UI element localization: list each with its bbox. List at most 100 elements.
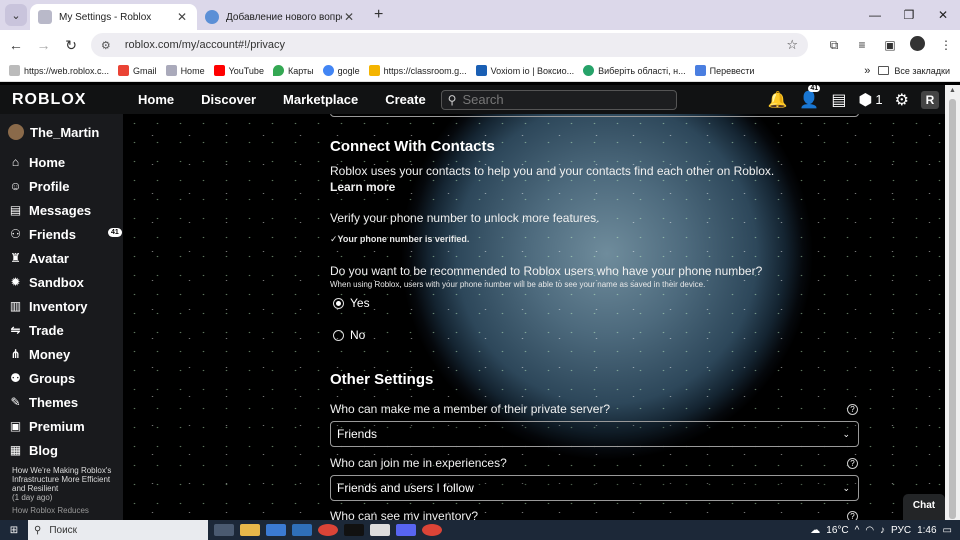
radio-unselected-icon[interactable] (333, 329, 344, 341)
scroll-up-icon[interactable]: ▲ (949, 87, 956, 94)
previous-setting-select[interactable] (330, 114, 859, 117)
close-tab-icon[interactable]: ✕ (175, 10, 189, 24)
menu-kebab-icon[interactable]: ⋮ (932, 38, 960, 52)
url-text[interactable]: roblox.com/my/account#!/privacy (125, 39, 786, 51)
bookmark-item[interactable]: Home (165, 65, 205, 76)
windows-start-icon[interactable]: ⊞ (0, 525, 28, 536)
bookmark-star-icon[interactable]: ☆ (786, 37, 798, 53)
sidebar-item-trade[interactable]: ⇋ Trade (8, 318, 123, 342)
sidebar-item-profile[interactable]: ☺ Profile (8, 174, 123, 198)
robux-count[interactable]: 1 (875, 92, 882, 107)
wifi-icon[interactable]: ◠ (865, 525, 874, 536)
new-tab-button[interactable]: + (374, 4, 383, 26)
roblox-logo[interactable]: ROBLOX (12, 91, 120, 109)
sidebar-item-messages[interactable]: ▤ Messages (8, 198, 123, 222)
tab-search-button[interactable]: ⌄ (5, 4, 27, 26)
chrome-active-icon[interactable] (422, 524, 442, 536)
profile-avatar-icon[interactable] (904, 36, 932, 54)
file-explorer-icon[interactable] (240, 524, 260, 536)
learn-more-link[interactable]: Learn more (330, 180, 395, 194)
bookmark-item[interactable]: YouTube (213, 65, 264, 76)
site-info-icon[interactable]: ⚙ (101, 39, 115, 52)
all-bookmarks-label: Все закладки (894, 65, 950, 76)
sidebar-item-groups[interactable]: ⚉ Groups (8, 366, 123, 390)
blog-post-link[interactable]: How We're Making Roblox's Infrastructure… (12, 466, 116, 502)
sidebar-item-blog[interactable]: ▦ Blog (8, 438, 123, 462)
bookmark-item[interactable]: Карты (272, 65, 314, 76)
sidebar-item-home[interactable]: ⌂ Home (8, 150, 123, 174)
page-scrollbar[interactable]: ▲ (945, 85, 960, 520)
bookmarks-bar: https://web.roblox.c... Gmail Home YouTu… (0, 60, 960, 82)
sidebar-item-inventory[interactable]: ▥ Inventory (8, 294, 123, 318)
tiktok-icon[interactable] (344, 524, 364, 536)
scrollbar-thumb[interactable] (949, 99, 956, 519)
bookmark-item[interactable]: https://classroom.g... (368, 65, 467, 76)
task-view-icon[interactable] (214, 524, 234, 536)
bookmark-item[interactable]: gogle (322, 65, 360, 76)
robux-icon[interactable]: ⬢ (858, 90, 872, 110)
restore-icon[interactable]: ❐ (892, 8, 926, 22)
close-tab-icon[interactable]: ✕ (342, 10, 356, 24)
bookmark-item[interactable]: Виберіть області, н... (583, 65, 686, 76)
extension-logo-icon[interactable]: R (921, 90, 939, 109)
recommend-yes-radio[interactable]: Yes (333, 296, 370, 310)
extensions-icon[interactable]: ⧉ (820, 38, 848, 53)
blog-post-next[interactable]: How Roblox Reduces (12, 506, 123, 515)
sidebar-user[interactable]: The_Martin (8, 124, 123, 140)
sidebar-item-friends[interactable]: ⚇ Friends 41 (8, 222, 123, 246)
all-bookmarks[interactable]: Все закладки (878, 66, 950, 76)
sidebar-item-avatar[interactable]: ♜ Avatar (8, 246, 123, 270)
more-bookmarks-chevron-icon[interactable]: » (864, 65, 870, 77)
private-server-question: Who can make me a member of their privat… (330, 402, 611, 416)
private-server-select[interactable]: Friends ⌄ (330, 421, 859, 447)
sidebar-item-themes[interactable]: ✎ Themes (8, 390, 123, 414)
chrome-taskbar-icon[interactable] (318, 524, 338, 536)
chat-button[interactable]: Chat (903, 494, 945, 520)
side-panel-icon[interactable]: ▣ (876, 38, 904, 52)
language-indicator[interactable]: РУС (891, 525, 911, 536)
bookmark-item[interactable]: https://web.roblox.c... (9, 65, 109, 76)
media-controls-icon[interactable]: ≡ (848, 38, 876, 52)
bookmark-label: gogle (337, 65, 360, 76)
close-window-icon[interactable]: ✕ (926, 8, 960, 22)
tab-roblox-settings[interactable]: My Settings - Roblox ✕ (30, 4, 197, 30)
notifications-icon[interactable]: ▭ (943, 525, 952, 536)
taskbar-search[interactable]: ⚲ Поиск (28, 520, 208, 540)
search-input[interactable]: ⚲ Search (440, 89, 677, 110)
nav-discover[interactable]: Discover (201, 92, 256, 107)
address-bar[interactable]: ⚙ roblox.com/my/account#!/privacy ☆ (90, 33, 808, 57)
bell-icon[interactable]: 🔔 (767, 90, 787, 110)
bookmark-item[interactable]: Voxiom io | Воксио... (475, 65, 574, 76)
sidebar-item-sandbox[interactable]: ✹ Sandbox (8, 270, 123, 294)
friends-requests-icon[interactable]: 👤 41 (799, 84, 821, 110)
help-icon[interactable]: ? (847, 404, 858, 415)
sidebar-item-money[interactable]: ⋔ Money (8, 342, 123, 366)
bookmark-item[interactable]: Перевести (694, 65, 754, 76)
clock[interactable]: 1:46 (917, 525, 936, 536)
help-icon[interactable]: ? (847, 511, 858, 520)
minimize-icon[interactable]: — (858, 8, 892, 22)
sidebar-item-premium[interactable]: ▣ Premium (8, 414, 123, 438)
recommend-no-radio[interactable]: No (333, 328, 365, 342)
nav-create[interactable]: Create (385, 92, 425, 107)
back-arrow-icon[interactable]: ← (4, 37, 28, 53)
gear-icon[interactable]: ⚙ (895, 90, 909, 110)
help-icon[interactable]: ? (847, 458, 858, 469)
roblox-taskbar-icon[interactable] (370, 524, 390, 536)
weather-temp[interactable]: 16°C (826, 525, 848, 536)
tray-chevron-icon[interactable]: ^ (855, 525, 860, 536)
volume-icon[interactable]: ♪ (880, 525, 885, 536)
radio-selected-icon[interactable] (333, 297, 344, 309)
forward-arrow-icon[interactable]: → (32, 37, 56, 53)
store-icon[interactable] (266, 524, 286, 536)
nav-home[interactable]: Home (138, 92, 174, 107)
join-experiences-select[interactable]: Friends and users I follow ⌄ (330, 475, 859, 501)
chat-bubble-icon[interactable]: ▤ (831, 90, 846, 110)
bookmark-item[interactable]: Gmail (118, 65, 157, 76)
nav-marketplace[interactable]: Marketplace (283, 92, 358, 107)
weather-icon[interactable]: ☁ (810, 525, 820, 536)
tab-new-question[interactable]: Добавление нового вопроса ✕ (197, 4, 364, 30)
discord-icon[interactable] (396, 524, 416, 536)
reload-icon[interactable]: ↻ (59, 37, 83, 54)
mail-icon[interactable] (292, 524, 312, 536)
